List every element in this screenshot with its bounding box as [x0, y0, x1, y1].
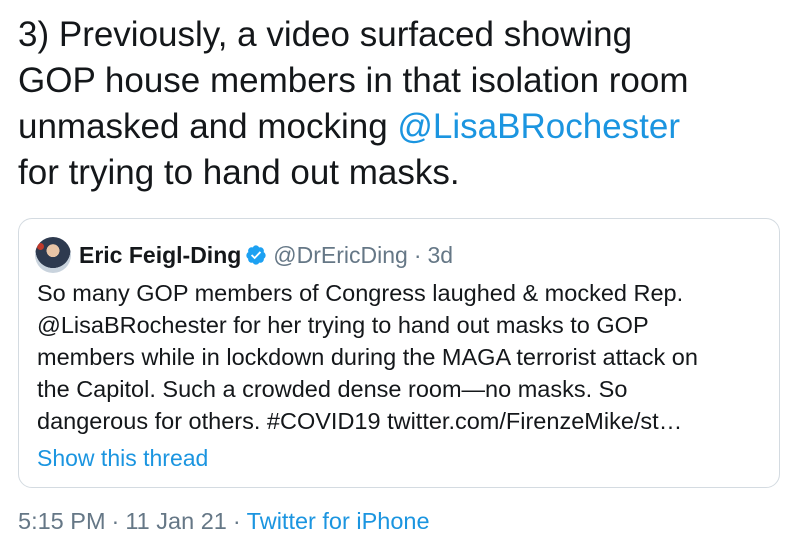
show-thread-link[interactable]: Show this thread [37, 445, 208, 472]
quoted-tweet-line: @LisaBRochester for her trying to hand o… [37, 312, 649, 338]
tweet-text: 3) Previously, a video surfaced showing … [18, 12, 788, 196]
quoted-tweet-header: Eric Feigl-Ding @DrEricDing · 3d [35, 237, 453, 273]
quoted-tweet-text: So many GOP members of Congress laughed … [37, 277, 765, 437]
handle[interactable]: @DrEricDing [273, 242, 408, 269]
display-name[interactable]: Eric Feigl-Ding [79, 242, 241, 269]
separator: · [232, 508, 241, 534]
tweet-date[interactable]: 11 Jan 21 [125, 508, 226, 534]
tweet-time[interactable]: 5:15 PM [18, 508, 106, 534]
tweet-source-link[interactable]: Twitter for iPhone [247, 508, 430, 534]
tweet-line: for trying to hand out masks. [18, 153, 460, 192]
tweet-metadata: 5:15 PM · 11 Jan 21 · Twitter for iPhone [18, 508, 430, 535]
tweet-line: 3) Previously, a video surfaced showing [18, 15, 633, 54]
quoted-tweet-line: the Capitol. Such a crowded dense room—n… [37, 376, 628, 402]
mention-link[interactable]: @LisaBRochester [397, 107, 680, 146]
quoted-tweet-line: members while in lockdown during the MAG… [37, 344, 698, 370]
tweet-line: unmasked and mocking @LisaBRochester [18, 104, 788, 150]
quoted-tweet-line: dangerous for others. #COVID19 twitter.c… [37, 408, 683, 434]
tweet-line-text: unmasked and mocking [18, 107, 398, 146]
tweet-line: GOP house members in that isolation room [18, 61, 689, 100]
quoted-tweet-card[interactable]: Eric Feigl-Ding @DrEricDing · 3d So many… [18, 218, 780, 488]
quoted-tweet-line: So many GOP members of Congress laughed … [37, 280, 684, 306]
quoted-tweet-time[interactable]: 3d [428, 242, 454, 269]
avatar[interactable] [35, 237, 71, 273]
verified-badge-icon [246, 245, 266, 265]
separator: · [413, 241, 422, 268]
separator: · [111, 508, 120, 534]
